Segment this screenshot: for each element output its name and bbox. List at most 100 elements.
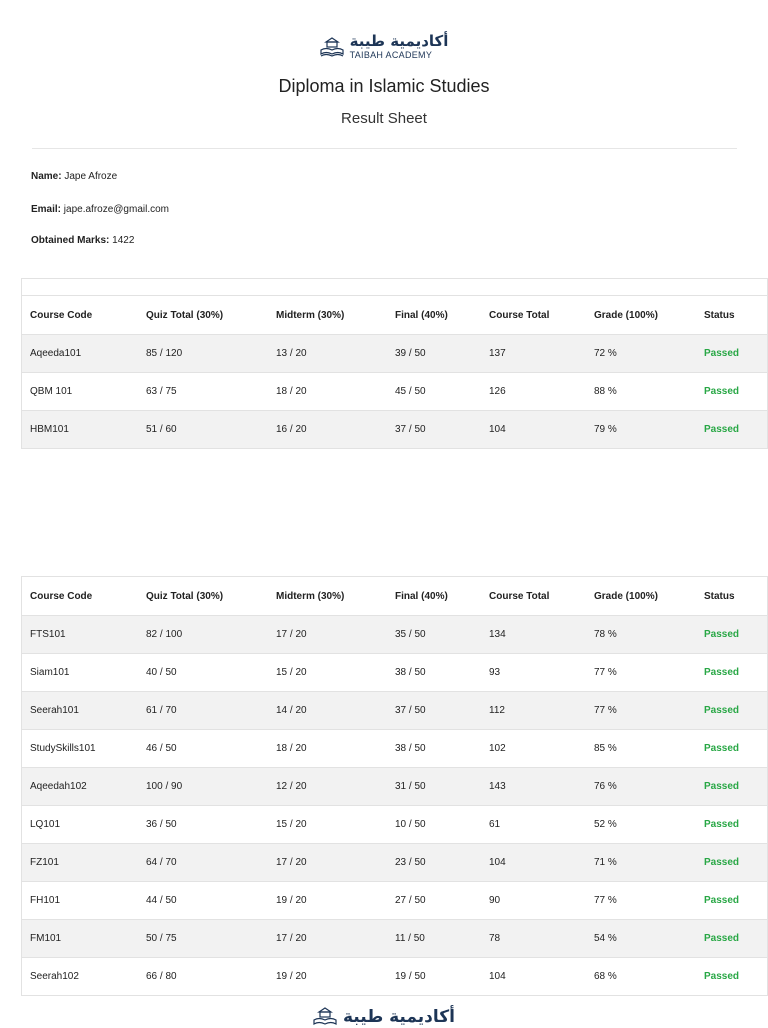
cell-status: Passed: [696, 615, 768, 654]
cell-quiz-total: 82 / 100: [138, 615, 268, 654]
cell-grade: 77 %: [586, 653, 696, 692]
cell-status: Passed: [696, 919, 768, 958]
name-label: Name:: [31, 171, 62, 182]
cell-grade: 78 %: [586, 615, 696, 654]
cell-course-total: 134: [481, 615, 586, 654]
cell-final: 11 / 50: [387, 919, 481, 958]
cell-midterm: 19 / 20: [268, 957, 387, 996]
open-book-icon: [319, 37, 344, 57]
header-grade: Grade (100%): [586, 576, 696, 616]
table-top-spacer: [21, 278, 768, 296]
cell-grade: 77 %: [586, 881, 696, 920]
cell-course-code: Seerah102: [21, 957, 138, 996]
header-final: Final (40%): [387, 576, 481, 616]
header-status: Status: [696, 576, 768, 616]
cell-course-total: 112: [481, 691, 586, 730]
cell-final: 38 / 50: [387, 729, 481, 768]
cell-final: 45 / 50: [387, 372, 481, 411]
cell-status: Passed: [696, 334, 768, 373]
cell-course-total: 90: [481, 881, 586, 920]
cell-midterm: 14 / 20: [268, 691, 387, 730]
table-row: Aqeedah102 100 / 90 12 / 20 31 / 50 143 76 % P…: [21, 767, 768, 806]
results-table-1: Course Code Quiz Total (30%) Midterm (30…: [21, 278, 768, 449]
header-course-code: Course Code: [21, 295, 138, 335]
table-header-row: Course Code Quiz Total (30%) Midterm (30…: [21, 576, 768, 616]
header-course-total: Course Total: [481, 295, 586, 335]
cell-grade: 77 %: [586, 691, 696, 730]
header-grade: Grade (100%): [586, 295, 696, 335]
cell-grade: 79 %: [586, 410, 696, 449]
cell-final: 23 / 50: [387, 843, 481, 882]
obtained-marks: Obtained Marks: 1422: [31, 235, 134, 246]
header-course-total: Course Total: [481, 576, 586, 616]
cell-final: 35 / 50: [387, 615, 481, 654]
cell-grade: 88 %: [586, 372, 696, 411]
cell-final: 39 / 50: [387, 334, 481, 373]
cell-course-code: FM101: [21, 919, 138, 958]
cell-course-code: FH101: [21, 881, 138, 920]
cell-midterm: 15 / 20: [268, 653, 387, 692]
logo-arabic-text: أكاديمية طيبة: [343, 1006, 455, 1027]
cell-course-total: 78: [481, 919, 586, 958]
cell-grade: 72 %: [586, 334, 696, 373]
results-table-2: Course Code Quiz Total (30%) Midterm (30…: [21, 576, 768, 996]
cell-quiz-total: 85 / 120: [138, 334, 268, 373]
cell-course-total: 102: [481, 729, 586, 768]
cell-quiz-total: 40 / 50: [138, 653, 268, 692]
table-row: FH101 44 / 50 19 / 20 27 / 50 90 77 % Passed: [21, 881, 768, 920]
cell-course-code: Siam101: [21, 653, 138, 692]
table-row: FZ101 64 / 70 17 / 20 23 / 50 104 71 % Passed: [21, 843, 768, 882]
cell-grade: 71 %: [586, 843, 696, 882]
marks-value: 1422: [112, 235, 135, 246]
cell-midterm: 18 / 20: [268, 729, 387, 768]
cell-quiz-total: 36 / 50: [138, 805, 268, 844]
cell-course-total: 137: [481, 334, 586, 373]
cell-final: 31 / 50: [387, 767, 481, 806]
cell-course-total: 126: [481, 372, 586, 411]
cell-course-total: 61: [481, 805, 586, 844]
cell-final: 38 / 50: [387, 653, 481, 692]
table-row: QBM 101 63 / 75 18 / 20 45 / 50 126 88 % Passe…: [21, 372, 768, 411]
cell-midterm: 15 / 20: [268, 805, 387, 844]
cell-course-code: FTS101: [21, 615, 138, 654]
student-name: Name: Jape Afroze: [31, 171, 117, 182]
logo-arabic-text: أكاديمية طيبة: [349, 32, 449, 50]
cell-status: Passed: [696, 805, 768, 844]
academy-logo: أكاديمية طيبة TAIBAH ACADEMY: [0, 34, 768, 60]
cell-course-code: Seerah101: [21, 691, 138, 730]
header-course-code: Course Code: [21, 576, 138, 616]
cell-status: Passed: [696, 653, 768, 692]
cell-status: Passed: [696, 410, 768, 449]
cell-grade: 68 %: [586, 957, 696, 996]
open-book-icon: [313, 1007, 337, 1026]
header-quiz-total: Quiz Total (30%): [138, 576, 268, 616]
cell-final: 37 / 50: [387, 410, 481, 449]
cell-course-total: 104: [481, 957, 586, 996]
cell-status: Passed: [696, 767, 768, 806]
cell-quiz-total: 66 / 80: [138, 957, 268, 996]
cell-course-total: 104: [481, 843, 586, 882]
cell-final: 19 / 50: [387, 957, 481, 996]
cell-quiz-total: 100 / 90: [138, 767, 268, 806]
table-row: StudySkills101 46 / 50 18 / 20 38 / 50 102 85…: [21, 729, 768, 768]
cell-quiz-total: 64 / 70: [138, 843, 268, 882]
cell-course-code: FZ101: [21, 843, 138, 882]
cell-grade: 52 %: [586, 805, 696, 844]
cell-status: Passed: [696, 957, 768, 996]
table-row: Seerah101 61 / 70 14 / 20 37 / 50 112 77 % Pas…: [21, 691, 768, 730]
table-row: HBM101 51 / 60 16 / 20 37 / 50 104 79 % Passed: [21, 410, 768, 449]
cell-quiz-total: 50 / 75: [138, 919, 268, 958]
cell-status: Passed: [696, 843, 768, 882]
header-midterm: Midterm (30%): [268, 576, 387, 616]
cell-midterm: 16 / 20: [268, 410, 387, 449]
cell-status: Passed: [696, 691, 768, 730]
cell-midterm: 13 / 20: [268, 334, 387, 373]
table-row: FTS101 82 / 100 17 / 20 35 / 50 134 78 % Passe…: [21, 615, 768, 654]
cell-quiz-total: 51 / 60: [138, 410, 268, 449]
header-midterm: Midterm (30%): [268, 295, 387, 335]
table-row: LQ101 36 / 50 15 / 20 10 / 50 61 52 % Passed: [21, 805, 768, 844]
name-value: Jape Afroze: [64, 171, 118, 182]
email-value: jape.afroze@gmail.com: [63, 204, 169, 215]
cell-quiz-total: 46 / 50: [138, 729, 268, 768]
table-row: Aqeeda101 85 / 120 13 / 20 39 / 50 137 72 % Pa…: [21, 334, 768, 373]
